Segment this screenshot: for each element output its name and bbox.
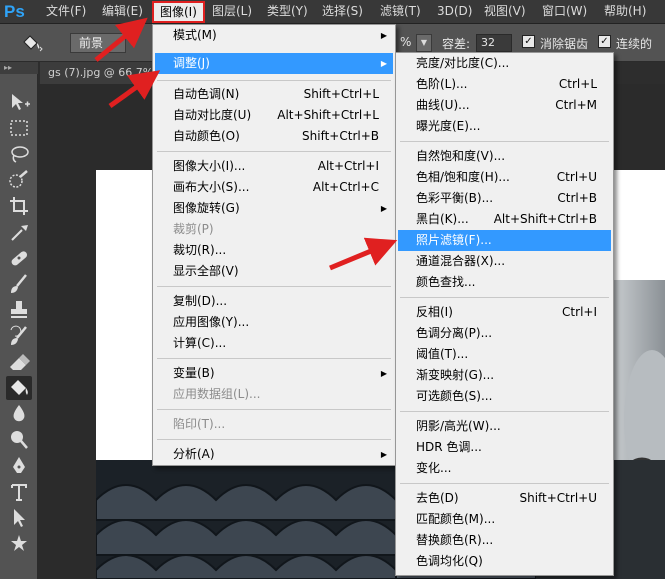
path-select-icon[interactable] xyxy=(6,506,32,530)
menu-item-apply-image[interactable]: 应用图像(Y)... xyxy=(155,312,393,333)
menu-item-black-white[interactable]: 黑白(K)... Alt+Shift+Ctrl+B xyxy=(398,209,611,230)
fill-source-select[interactable]: 前景 xyxy=(70,33,126,53)
photoshop-logo: Ps xyxy=(4,2,25,21)
menu-item-gradient-map[interactable]: 渐变映射(G)... xyxy=(398,365,611,386)
menu-separator xyxy=(400,411,609,412)
menu-separator xyxy=(400,141,609,142)
quick-select-icon[interactable] xyxy=(6,168,32,192)
menu-separator xyxy=(400,483,609,484)
adjustments-submenu: 亮度/对比度(C)... 色阶(L)... Ctrl+L 曲线(U)... Ctrl… xyxy=(395,52,614,576)
menu-bar: Ps 文件(F) 编辑(E) 图像(I) 图层(L) 类型(Y) 选择(S) 滤… xyxy=(0,0,665,24)
menu-item-variables[interactable]: 变量(B) ▶ xyxy=(155,363,393,384)
menu-separator xyxy=(157,409,391,410)
menu-separator xyxy=(157,358,391,359)
history-brush-icon[interactable] xyxy=(6,324,32,348)
menu-item-auto-color[interactable]: 自动颜色(O) Shift+Ctrl+B xyxy=(155,126,393,147)
opacity-dropdown[interactable]: ▼ xyxy=(416,34,432,52)
menu-item-trim[interactable]: 裁切(R)... xyxy=(155,240,393,261)
menu-item-image-size[interactable]: 图像大小(I)... Alt+Ctrl+I xyxy=(155,156,393,177)
menu-item-brightness-contrast[interactable]: 亮度/对比度(C)... xyxy=(398,53,611,74)
contiguous-label: 连续的 xyxy=(616,37,653,51)
menu-separator xyxy=(157,286,391,287)
menu-item-equalize[interactable]: 色调均化(Q) xyxy=(398,551,611,572)
menu-file[interactable]: 文件(F) xyxy=(40,0,92,24)
menu-item-shadows-highlights[interactable]: 阴影/高光(W)... xyxy=(398,416,611,437)
menu-item-trap: 陷印(T)... xyxy=(173,417,226,431)
contiguous-checkbox[interactable]: ✓ xyxy=(598,35,611,48)
menu-select[interactable]: 选择(S) xyxy=(316,0,369,24)
menu-item-color-lookup[interactable]: 颜色查找... xyxy=(398,272,611,293)
menu-help[interactable]: 帮助(H) xyxy=(598,0,652,24)
antialias-checkbox[interactable]: ✓ xyxy=(522,35,535,48)
menu-separator xyxy=(400,297,609,298)
menu-item-calculations[interactable]: 计算(C)... xyxy=(155,333,393,354)
menu-item-reveal-all[interactable]: 显示全部(V) xyxy=(155,261,393,282)
menu-item-color-balance[interactable]: 色彩平衡(B)... Ctrl+B xyxy=(398,188,611,209)
menu-item-crop: 裁剪(P) xyxy=(173,222,214,236)
paint-bucket-icon[interactable] xyxy=(20,33,44,53)
blur-icon[interactable] xyxy=(6,402,32,426)
document-tab[interactable]: gs (7).jpg @ 66.7% xyxy=(40,62,160,84)
shape-icon[interactable] xyxy=(6,532,32,556)
paint-bucket-icon[interactable] xyxy=(6,376,32,400)
menu-item-analysis[interactable]: 分析(A) ▶ xyxy=(155,444,393,465)
menu-item-match-color[interactable]: 匹配颜色(M)... xyxy=(398,509,611,530)
menu-separator xyxy=(157,439,391,440)
menu-item-auto-contrast[interactable]: 自动对比度(U) Alt+Shift+Ctrl+L xyxy=(155,105,393,126)
eyedropper-icon[interactable] xyxy=(6,220,32,244)
tolerance-input[interactable]: 32 xyxy=(476,34,512,52)
move-icon[interactable] xyxy=(6,90,32,114)
menu-image[interactable]: 图像(I) xyxy=(152,1,205,23)
type-icon[interactable] xyxy=(6,480,32,504)
menu-filter[interactable]: 滤镜(T) xyxy=(374,0,427,24)
eraser-icon[interactable] xyxy=(6,350,32,374)
dodge-icon[interactable] xyxy=(6,428,32,452)
clone-stamp-icon[interactable] xyxy=(6,298,32,322)
menu-item-curves[interactable]: 曲线(U)... Ctrl+M xyxy=(398,95,611,116)
menu-item-desaturate[interactable]: 去色(D) Shift+Ctrl+U xyxy=(398,488,611,509)
menu-item-mode[interactable]: 模式(M) ▶ xyxy=(155,25,393,46)
image-menu-dropdown: 模式(M) ▶ 调整(J) ▶ 自动色调(N) Shift+Ctrl+L 自动对比度(… xyxy=(152,24,396,466)
opacity-percent-suffix: % xyxy=(400,35,412,49)
menu-item-adjustments[interactable]: 调整(J) ▶ xyxy=(155,53,393,74)
menu-item-channel-mixer[interactable]: 通道混合器(X)... xyxy=(398,251,611,272)
menu-3d[interactable]: 3D(D) xyxy=(431,0,478,24)
menu-item-duplicate[interactable]: 复制(D)... xyxy=(155,291,393,312)
menu-item-photo-filter[interactable]: 照片滤镜(F)... xyxy=(398,230,611,251)
menu-item-vibrance[interactable]: 自然饱和度(V)... xyxy=(398,146,611,167)
menu-item-canvas-size[interactable]: 画布大小(S)... Alt+Ctrl+C xyxy=(155,177,393,198)
tools-panel-header[interactable]: ▸▸ xyxy=(0,62,38,74)
marquee-icon[interactable] xyxy=(6,116,32,140)
healing-brush-icon[interactable] xyxy=(6,246,32,270)
menu-item-invert[interactable]: 反相(I) Ctrl+I xyxy=(398,302,611,323)
menu-item-hdr-toning[interactable]: HDR 色调... xyxy=(398,437,611,458)
menu-item-auto-tone[interactable]: 自动色调(N) Shift+Ctrl+L xyxy=(155,84,393,105)
menu-item-selective-color[interactable]: 可选颜色(S)... xyxy=(398,386,611,407)
menu-item-variations[interactable]: 变化... xyxy=(398,458,611,479)
menu-item-replace-color[interactable]: 替换颜色(R)... xyxy=(398,530,611,551)
brush-icon[interactable] xyxy=(6,272,32,296)
antialias-label: 消除锯齿 xyxy=(540,37,589,51)
menu-type[interactable]: 类型(Y) xyxy=(261,0,314,24)
menu-item-threshold[interactable]: 阈值(T)... xyxy=(398,344,611,365)
menu-item-posterize[interactable]: 色调分离(P)... xyxy=(398,323,611,344)
menu-item-apply-data-set: 应用数据组(L)... xyxy=(173,387,261,401)
menu-item-hue-saturation[interactable]: 色相/饱和度(H)... Ctrl+U xyxy=(398,167,611,188)
tools-panel: ▸▸ xyxy=(0,62,38,579)
menu-window[interactable]: 窗口(W) xyxy=(536,0,593,24)
lasso-icon[interactable] xyxy=(6,142,32,166)
menu-separator xyxy=(157,80,391,81)
menu-separator xyxy=(157,151,391,152)
menu-item-levels[interactable]: 色阶(L)... Ctrl+L xyxy=(398,74,611,95)
crop-icon[interactable] xyxy=(6,194,32,218)
menu-item-exposure[interactable]: 曝光度(E)... xyxy=(398,116,611,137)
menu-layer[interactable]: 图层(L) xyxy=(206,0,258,24)
pen-icon[interactable] xyxy=(6,454,32,478)
menu-edit[interactable]: 编辑(E) xyxy=(96,0,149,24)
menu-view[interactable]: 视图(V) xyxy=(478,0,532,24)
menu-item-image-rotation[interactable]: 图像旋转(G) ▶ xyxy=(155,198,393,219)
tolerance-label: 容差: xyxy=(442,37,471,51)
